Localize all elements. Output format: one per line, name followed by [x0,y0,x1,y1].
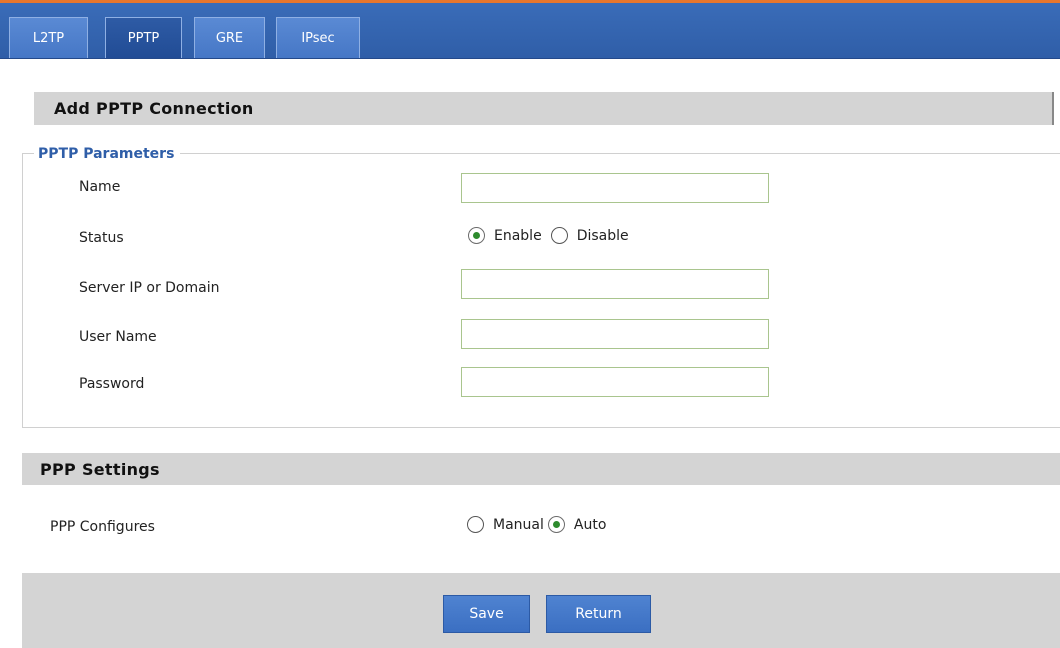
username-label: User Name [79,329,157,345]
status-label: Status [79,230,124,246]
pptp-parameters-legend: PPTP Parameters [34,146,181,162]
ppp-manual-radio[interactable] [467,516,484,533]
return-button[interactable]: Return [546,595,651,633]
tab-ipsec[interactable]: IPsec [276,17,360,58]
server-input[interactable] [461,269,769,299]
password-input[interactable] [461,367,769,397]
tab-pptp[interactable]: PPTP [105,17,182,58]
ppp-auto-radio[interactable] [547,516,565,533]
server-label: Server IP or Domain [79,280,220,296]
radio-dot [552,521,560,528]
password-label: Password [79,376,145,392]
ppp-configures-label: PPP Configures [50,519,155,535]
save-button[interactable]: Save [443,595,530,633]
ppp-settings-header: PPP Settings [22,453,1060,485]
tab-gre[interactable]: GRE [194,17,265,58]
ppp-manual-label: Manual [493,516,544,533]
name-input[interactable] [461,173,769,203]
tab-bar: L2TP PPTP GRE IPsec [0,3,1060,59]
status-disable-label: Disable [576,227,629,244]
ppp-auto-label: Auto [573,516,607,533]
tab-l2tp[interactable]: L2TP [9,17,88,58]
page-title: Add PPTP Connection [34,92,1054,125]
username-input[interactable] [461,319,769,349]
footer-bar [22,573,1060,648]
status-enable-label: Enable [494,227,542,244]
status-disable-radio[interactable] [550,227,568,244]
radio-dot [473,232,480,239]
status-enable-radio[interactable] [468,227,485,244]
ppp-configures-radio-group: Manual Auto [467,516,606,533]
status-radio-group: Enable Disable [468,227,629,244]
name-label: Name [79,179,121,195]
